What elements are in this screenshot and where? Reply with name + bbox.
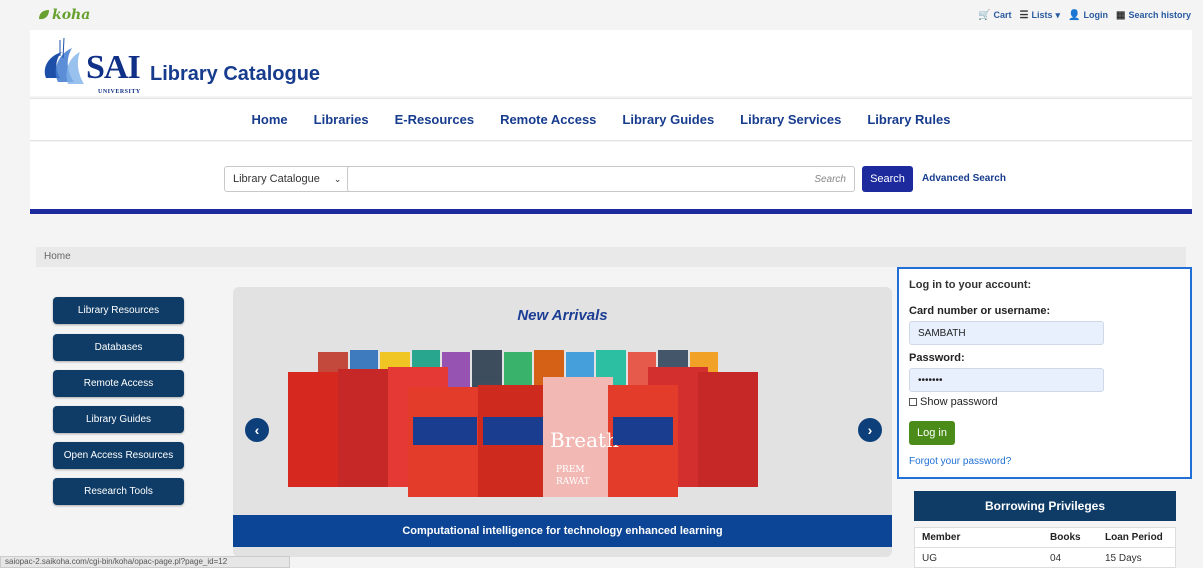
lists-link[interactable]: ☰ Lists ▾ bbox=[1020, 10, 1061, 21]
koha-leaf-icon bbox=[39, 10, 49, 20]
show-password-checkbox[interactable]: Show password bbox=[909, 396, 998, 408]
sai-university-logo[interactable]: SAI UNIVERSITY bbox=[38, 38, 141, 95]
login-label: Login bbox=[1083, 10, 1109, 20]
cell-member: UG bbox=[922, 552, 937, 564]
svg-text:Breath: Breath bbox=[550, 428, 619, 452]
password-label: Password: bbox=[909, 352, 965, 364]
username-input[interactable]: SAMBATH bbox=[909, 321, 1104, 345]
svg-text:PREM: PREM bbox=[556, 465, 585, 475]
new-arrivals-carousel: New Arrivals Breath PREM RAWAT ‹ › Compu… bbox=[233, 287, 892, 557]
list-icon: ☰ bbox=[1019, 9, 1029, 21]
cart-label: Cart bbox=[993, 10, 1012, 20]
top-links: 🛒 Cart ☰ Lists ▾ 👤 Login ▦ Search history bbox=[978, 10, 1191, 21]
advanced-search-link[interactable]: Advanced Search bbox=[922, 173, 1006, 184]
breadcrumb: Home bbox=[36, 247, 1186, 267]
nav-item-libraries[interactable]: Libraries bbox=[314, 112, 369, 127]
cell-books: 04 bbox=[1050, 552, 1062, 564]
site-header: SAI UNIVERSITY Library Catalogue bbox=[30, 30, 1192, 96]
top-bar: koha 🛒 Cart ☰ Lists ▾ 👤 Login ▦ Search histor… bbox=[0, 0, 1203, 30]
svg-text:RAWAT: RAWAT bbox=[556, 477, 590, 487]
search-input[interactable]: Search bbox=[347, 166, 855, 192]
borrowing-privileges-table: Member Books Loan Period UG 04 15 Days bbox=[914, 527, 1176, 568]
login-panel: Log in to your account: Card number or u… bbox=[897, 267, 1192, 479]
nav-item-library-services[interactable]: Library Services bbox=[740, 112, 841, 127]
search-placeholder: Search bbox=[814, 173, 846, 185]
calendar-icon: ▦ bbox=[1116, 9, 1126, 21]
koha-logo[interactable]: koha bbox=[38, 7, 90, 23]
breadcrumb-home[interactable]: Home bbox=[44, 251, 71, 262]
search-history-link[interactable]: ▦ Search history bbox=[1116, 10, 1191, 21]
username-value: SAMBATH bbox=[918, 327, 966, 339]
chevron-right-icon: › bbox=[867, 422, 873, 438]
sai-swoosh-icon bbox=[44, 38, 84, 84]
library-guides-button[interactable]: Library Guides bbox=[53, 406, 184, 433]
nav-item-library-rules[interactable]: Library Rules bbox=[867, 112, 950, 127]
page: koha 🛒 Cart ☰ Lists ▾ 👤 Login ▦ Search histor… bbox=[0, 0, 1203, 568]
main-nav: Home Libraries E-Resources Remote Access… bbox=[30, 98, 1192, 141]
username-label: Card number or username: bbox=[909, 305, 1051, 317]
show-password-label: Show password bbox=[920, 396, 998, 408]
carousel-prev-button[interactable]: ‹ bbox=[245, 418, 269, 442]
column-header-books: Books bbox=[1050, 532, 1081, 543]
lists-label: Lists bbox=[1031, 10, 1053, 20]
checkbox-icon bbox=[909, 398, 917, 406]
book-covers-image: Breath PREM RAWAT bbox=[288, 350, 758, 497]
cell-loan-period: 15 Days bbox=[1105, 552, 1142, 564]
databases-button[interactable]: Databases bbox=[53, 334, 184, 361]
nav-item-e-resources[interactable]: E-Resources bbox=[395, 112, 474, 127]
cart-link[interactable]: 🛒 Cart bbox=[978, 10, 1011, 21]
library-select-value: Library Catalogue bbox=[233, 173, 320, 185]
logo-sub-text: UNIVERSITY bbox=[98, 89, 141, 95]
logo-main-text: SAI bbox=[86, 49, 141, 86]
chevron-down-icon: ⌄ bbox=[333, 173, 342, 184]
nav-item-library-guides[interactable]: Library Guides bbox=[622, 112, 714, 127]
column-header-member: Member bbox=[922, 532, 961, 543]
page-title: Library Catalogue bbox=[150, 63, 321, 85]
column-header-loan-period: Loan Period bbox=[1105, 532, 1163, 543]
carousel-next-button[interactable]: › bbox=[858, 418, 882, 442]
search-bar: Library Catalogue ⌄ Search Search Advanc… bbox=[30, 142, 1192, 214]
forgot-password-link[interactable]: Forgot your password? bbox=[909, 456, 1011, 467]
nav-item-home[interactable]: Home bbox=[252, 112, 288, 127]
caret-down-icon: ▾ bbox=[1055, 9, 1061, 20]
library-resources-button[interactable]: Library Resources bbox=[53, 297, 184, 324]
carousel-title: New Arrivals bbox=[517, 307, 608, 324]
login-link[interactable]: 👤 Login bbox=[1068, 10, 1108, 21]
open-access-resources-button[interactable]: Open Access Resources bbox=[53, 442, 184, 469]
search-button[interactable]: Search bbox=[862, 166, 913, 192]
table-header-row: Member Books Loan Period bbox=[915, 528, 1175, 548]
login-button[interactable]: Log in bbox=[909, 421, 955, 445]
research-tools-button[interactable]: Research Tools bbox=[53, 478, 184, 505]
search-history-label: Search history bbox=[1128, 10, 1191, 20]
password-input[interactable]: ••••••• bbox=[909, 368, 1104, 392]
chevron-left-icon: ‹ bbox=[254, 422, 260, 438]
table-row: UG 04 15 Days bbox=[915, 548, 1175, 568]
nav-item-remote-access[interactable]: Remote Access bbox=[500, 112, 596, 127]
carousel-caption[interactable]: Computational intelligence for technolog… bbox=[233, 515, 892, 547]
login-title: Log in to your account: bbox=[909, 279, 1032, 291]
cart-icon: 🛒 bbox=[978, 9, 991, 21]
remote-access-button[interactable]: Remote Access bbox=[53, 370, 184, 397]
user-icon: 👤 bbox=[1068, 9, 1081, 21]
borrowing-privileges-header: Borrowing Privileges bbox=[914, 491, 1176, 521]
koha-logo-text: koha bbox=[52, 7, 91, 23]
status-bar-url: saiopac-2.saikoha.com/cgi-bin/koha/opac-… bbox=[0, 556, 290, 568]
password-value: ••••••• bbox=[918, 374, 943, 386]
